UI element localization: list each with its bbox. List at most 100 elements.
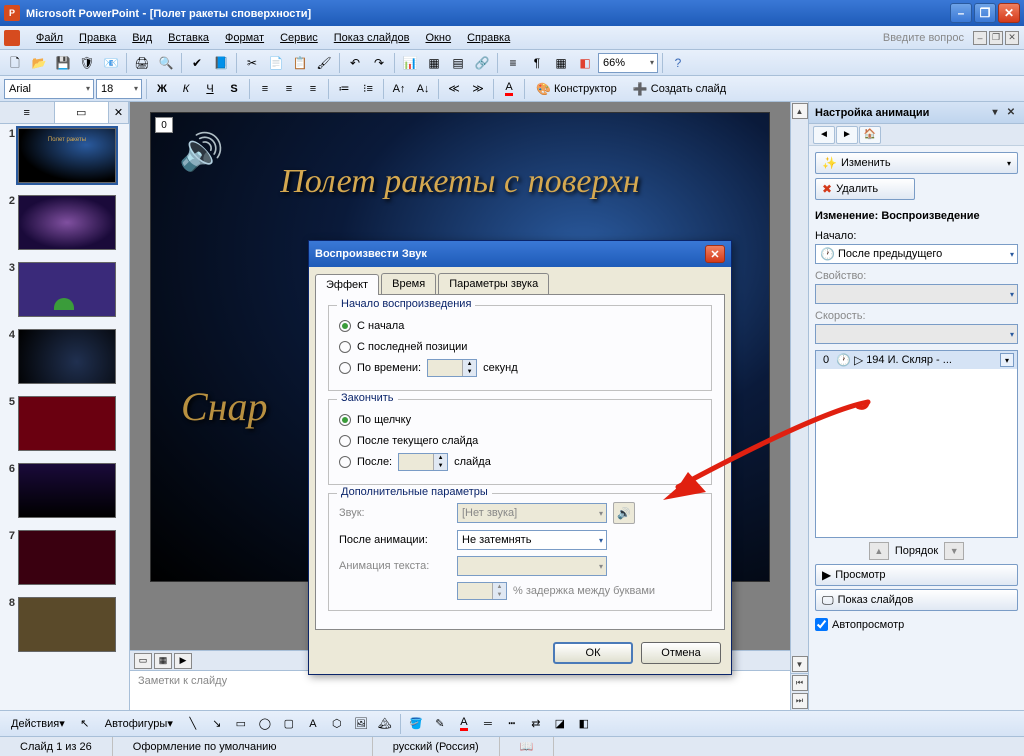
expand-all-icon[interactable]: ≡ [502,52,524,74]
line-color-icon[interactable]: ✎ [429,713,451,735]
3d-style-icon[interactable]: ◧ [573,713,595,735]
show-grid-icon[interactable]: ▦ [550,52,572,74]
bold-icon[interactable]: Ж [151,78,173,100]
menu-edit[interactable]: Правка [71,28,124,48]
slide-thumb-2[interactable] [18,195,116,250]
autopreview-checkbox[interactable]: Автопросмотр [815,618,1018,631]
tables-borders-icon[interactable]: ▤ [447,52,469,74]
taskpane-back-icon[interactable]: ◄ [813,126,835,144]
mdi-minimize-button[interactable]: – [973,31,987,45]
ok-button[interactable]: ОК [553,642,633,664]
wordart-icon[interactable]: A [302,713,324,735]
insert-chart-icon[interactable]: 📊 [399,52,421,74]
color-grayscale-icon[interactable]: ◧ [574,52,596,74]
slide-thumb-3[interactable] [18,262,116,317]
ask-question-box[interactable]: Введите вопрос [883,32,972,44]
delete-effect-button[interactable]: ✖Удалить [815,178,915,200]
reorder-up-button[interactable]: ▲ [869,542,889,560]
redo-icon[interactable]: ↷ [368,52,390,74]
menu-help[interactable]: Справка [459,28,518,48]
taskpane-home-icon[interactable]: 🏠 [859,126,881,144]
slides-spinner[interactable]: ▲▼ [398,453,448,471]
open-icon[interactable]: 📂 [28,52,50,74]
slide-thumb-7[interactable] [18,530,116,585]
rectangle-icon[interactable]: ▭ [230,713,252,735]
increase-font-icon[interactable]: A↑ [388,78,410,100]
spellcheck-icon[interactable]: ✔ [186,52,208,74]
radio-from-beginning[interactable] [339,320,351,332]
line-style-icon[interactable]: ═ [477,713,499,735]
paste-icon[interactable]: 📋 [289,52,311,74]
print-preview-icon[interactable]: 🔍 [155,52,177,74]
scroll-up-icon[interactable]: ▲ [792,103,808,119]
menu-insert[interactable]: Вставка [160,28,217,48]
sorter-view-button[interactable]: ▦ [154,653,172,669]
align-center-icon[interactable]: ≡ [278,78,300,100]
taskpane-close-icon[interactable]: ✕ [1004,106,1018,120]
minimize-button[interactable]: – [950,3,972,23]
scroll-down-icon[interactable]: ▼ [792,656,808,672]
slide-thumb-6[interactable] [18,463,116,518]
numbering-icon[interactable]: ≔ [333,78,355,100]
radio-from-last-position[interactable] [339,341,351,353]
fill-color-icon[interactable]: 🪣 [405,713,427,735]
dialog-close-icon[interactable]: ✕ [705,245,725,263]
cut-icon[interactable]: ✂ [241,52,263,74]
design-button[interactable]: 🎨 Конструктор [529,78,624,100]
decrease-font-icon[interactable]: A↓ [412,78,434,100]
format-painter-icon[interactable]: 🖌 [313,52,335,74]
slide-subtitle-text[interactable]: Снар [181,383,268,430]
insert-table-icon[interactable]: ▦ [423,52,445,74]
arrow-icon[interactable]: ↘ [206,713,228,735]
select-objects-icon[interactable]: ↖ [74,713,96,735]
decrease-indent-icon[interactable]: ≪ [443,78,465,100]
font-size-select[interactable]: 18 [96,79,142,99]
slide-title-text[interactable]: Полет ракеты с поверхн [151,163,769,201]
arrow-style-icon[interactable]: ⇄ [525,713,547,735]
clipart-icon[interactable]: 🖼 [350,713,372,735]
menu-slideshow[interactable]: Показ слайдов [326,28,418,48]
save-icon[interactable]: 💾 [52,52,74,74]
diagram-icon[interactable]: ⬡ [326,713,348,735]
research-icon[interactable]: 📘 [210,52,232,74]
menu-window[interactable]: Окно [418,28,460,48]
radio-after-slides[interactable] [339,456,351,468]
effect-row[interactable]: 0 🕐 ▷ 194 И. Скляр - ... ▾ [816,351,1017,369]
effect-dropdown-icon[interactable]: ▾ [1000,353,1014,367]
taskpane-forward-icon[interactable]: ► [836,126,858,144]
font-color-icon[interactable]: A [498,78,520,100]
font-select[interactable]: Arial [4,79,94,99]
oval-icon[interactable]: ◯ [254,713,276,735]
insert-hyperlink-icon[interactable]: 🔗 [471,52,493,74]
copy-icon[interactable]: 📄 [265,52,287,74]
taskpane-menu-icon[interactable]: ▾ [988,106,1002,120]
slide-thumb-5[interactable] [18,396,116,451]
next-slide-icon[interactable]: ⏭ [792,693,808,709]
close-button[interactable]: ✕ [998,3,1020,23]
normal-view-button[interactable]: ▭ [134,653,152,669]
mdi-close-button[interactable]: ✕ [1005,31,1019,45]
dash-style-icon[interactable]: ┅ [501,713,523,735]
reorder-down-button[interactable]: ▼ [944,542,964,560]
new-slide-button[interactable]: ➕ Создать слайд [626,78,733,100]
radio-after-current-slide[interactable] [339,435,351,447]
after-animation-select[interactable]: Не затемнять [457,530,607,550]
tab-sound-settings[interactable]: Параметры звука [438,273,549,294]
mdi-restore-button[interactable]: ❐ [989,31,1003,45]
slide-thumb-1[interactable]: Полет ракеты [18,128,116,183]
slideshow-button[interactable]: 🖵Показ слайдов [815,589,1018,611]
font-color-icon-2[interactable]: A [453,713,475,735]
slides-tab[interactable]: ▭ [55,102,110,123]
start-select[interactable]: 🕐 После предыдущего [815,244,1018,264]
print-icon[interactable]: 🖨 [131,52,153,74]
align-left-icon[interactable]: ≡ [254,78,276,100]
show-formatting-icon[interactable]: ¶ [526,52,548,74]
outline-tab[interactable]: ≡ [0,102,55,123]
tab-timing[interactable]: Время [381,273,436,294]
maximize-button[interactable]: ❐ [974,3,996,23]
vertical-scrollbar[interactable]: ▲ ▼ ⏮ ⏭ [790,102,808,710]
radio-from-time[interactable] [339,362,351,374]
preview-button[interactable]: ▶Просмотр [815,564,1018,586]
zoom-select[interactable]: 66% [598,53,658,73]
cancel-button[interactable]: Отмена [641,642,721,664]
